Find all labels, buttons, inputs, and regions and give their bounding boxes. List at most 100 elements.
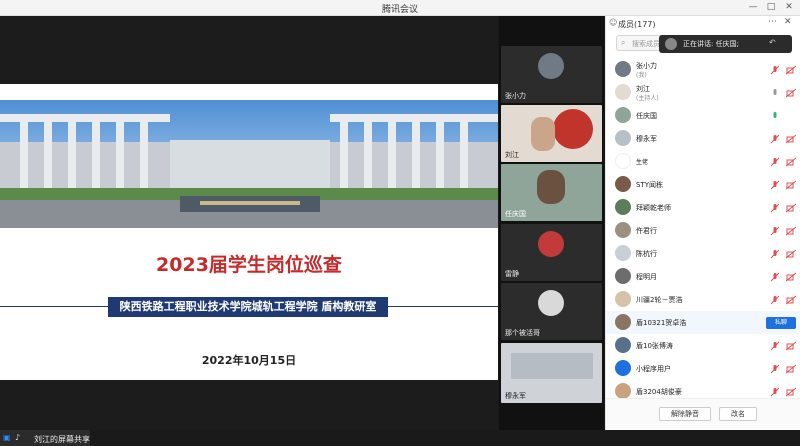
close-icon[interactable]: ✕ <box>782 1 796 14</box>
member-name: 任庆国 <box>636 112 657 120</box>
members-header: ☺ 成员(177) ⋯ ✕ <box>606 16 800 32</box>
share-icon: ▣ <box>3 433 11 442</box>
mic-icon: ♪ <box>15 433 21 442</box>
campus-photo <box>0 100 498 228</box>
avatar <box>615 107 631 123</box>
mic-active-icon[interactable] <box>770 111 780 121</box>
camera-off-icon[interactable] <box>786 341 796 351</box>
camera-off-icon[interactable] <box>786 157 796 167</box>
avatar <box>615 291 631 307</box>
mic-muted-icon[interactable] <box>770 364 780 374</box>
avatar <box>615 245 631 261</box>
avatar <box>615 314 631 330</box>
list-item[interactable]: 穆永军 <box>606 127 800 150</box>
avatar <box>615 61 631 77</box>
list-item[interactable]: 盾10321贺卓浩 私聊 <box>606 311 800 334</box>
video-tile[interactable]: 刘江 <box>501 105 602 162</box>
video-tile[interactable]: 雷静 <box>501 224 602 281</box>
camera-off-icon[interactable] <box>786 134 796 144</box>
member-name: 小程序用户 <box>636 365 671 373</box>
mic-muted-icon[interactable] <box>770 226 780 236</box>
mic-muted-icon[interactable] <box>770 65 780 75</box>
maximize-icon[interactable]: □ <box>764 1 778 14</box>
list-item[interactable]: 仵君行 <box>606 219 800 242</box>
member-name: STY闻栋 <box>636 181 663 189</box>
mic-muted-icon[interactable] <box>770 203 780 213</box>
speaker-avatar <box>665 38 677 50</box>
member-name: 程明月 <box>636 273 657 281</box>
list-item[interactable]: 拜颖乾老师 <box>606 196 800 219</box>
mic-muted-icon[interactable] <box>770 387 780 397</box>
window-title: 腾讯会议 <box>381 5 418 15</box>
video-tile-name: 刘江 <box>505 151 519 159</box>
member-name: 盾3204胡俊豪 <box>636 388 682 396</box>
mic-icon[interactable] <box>770 88 780 98</box>
member-name: 陈杭行 <box>636 250 657 258</box>
camera-off-icon[interactable] <box>786 387 796 397</box>
mic-muted-icon[interactable] <box>770 180 780 190</box>
camera-off-icon[interactable] <box>786 88 796 98</box>
member-name: 穆永军 <box>636 135 657 143</box>
camera-off-icon[interactable] <box>786 364 796 374</box>
member-name: 仵君行 <box>636 227 657 235</box>
video-tile[interactable]: 那个被活哥 <box>501 283 602 340</box>
mic-muted-icon[interactable] <box>770 272 780 282</box>
video-tile-name: 那个被活哥 <box>505 329 540 337</box>
camera-off-icon[interactable] <box>786 180 796 190</box>
list-item[interactable]: 盾10张博涛 <box>606 334 800 357</box>
video-tile-name: 穆永军 <box>505 392 526 400</box>
avatar <box>615 84 631 100</box>
speaking-label: 正在讲话: 任庆国; <box>683 40 739 48</box>
members-count-title: 成员(177) <box>618 20 656 29</box>
camera-off-icon[interactable] <box>786 249 796 259</box>
window-titlebar: 腾讯会议 — □ ✕ <box>0 0 800 16</box>
private-chat-button[interactable]: 私聊 <box>766 317 796 329</box>
list-item[interactable]: 陈杭行 <box>606 242 800 265</box>
mic-muted-icon[interactable] <box>770 341 780 351</box>
video-tile-name: 任庆国 <box>505 210 526 218</box>
unmute-all-button[interactable]: 解除静音 <box>659 407 711 421</box>
list-item[interactable]: 程明月 <box>606 265 800 288</box>
camera-off-icon[interactable] <box>786 65 796 75</box>
list-item[interactable]: 小程序用户 <box>606 357 800 380</box>
minimize-icon[interactable]: — <box>746 1 760 14</box>
slide-subtitle-banner: 陕西铁路工程职业技术学院城轨工程学院 盾构教研室 <box>108 297 388 317</box>
avatar <box>615 222 631 238</box>
camera-off-icon[interactable] <box>786 203 796 213</box>
video-tile-name: 雷静 <box>505 270 519 278</box>
list-item[interactable]: 生佬 <box>606 150 800 173</box>
rename-button[interactable]: 改名 <box>719 407 757 421</box>
members-list: 张小力 (我) 刘江 (主持人) 任庆国 穆永军 生佬 STY闻栋 拜颖乾老师 … <box>606 58 800 403</box>
list-item[interactable]: 川疆2轮－贾浩 <box>606 288 800 311</box>
presentation-slide: 2023届学生岗位巡查 陕西铁路工程职业技术学院城轨工程学院 盾构教研室 202… <box>0 84 498 380</box>
video-feed-bouquet <box>553 109 593 149</box>
list-item[interactable]: 刘江 (主持人) <box>606 81 800 104</box>
member-name: 生佬 <box>636 159 649 166</box>
mic-muted-icon[interactable] <box>770 134 780 144</box>
mic-muted-icon[interactable] <box>770 295 780 305</box>
members-panel: ☺ 成员(177) ⋯ ✕ ⌕ 搜索成员 正在讲话: 任庆国; ↶ 张小力 (我… <box>605 16 800 430</box>
video-gallery: 张小力 刘江 任庆国 雷静 那个被活哥 穆永军 <box>499 16 604 430</box>
camera-off-icon[interactable] <box>786 295 796 305</box>
member-role: (主持人) <box>636 95 659 102</box>
member-name: 拜颖乾老师 <box>636 204 671 212</box>
video-feed-room <box>511 353 593 379</box>
camera-off-icon[interactable] <box>786 272 796 282</box>
list-item[interactable]: STY闻栋 <box>606 173 800 196</box>
video-tile[interactable]: 张小力 <box>501 46 602 103</box>
camera-off-icon[interactable] <box>786 226 796 236</box>
list-item[interactable]: 任庆国 <box>606 104 800 127</box>
video-tile[interactable]: 穆永军 <box>501 343 602 403</box>
member-role: (我) <box>636 72 647 79</box>
mic-muted-icon[interactable] <box>770 157 780 167</box>
avatar <box>615 153 631 169</box>
screen-share-indicator[interactable]: ▣ ♪ 刘江的屏幕共享 <box>0 430 90 446</box>
video-tile[interactable]: 任庆国 <box>501 164 602 221</box>
list-item[interactable]: 张小力 (我) <box>606 58 800 81</box>
more-icon[interactable]: ⋯ <box>768 17 777 27</box>
avatar <box>615 383 631 399</box>
avatar <box>538 53 564 79</box>
close-panel-icon[interactable]: ✕ <box>784 17 792 27</box>
expand-icon[interactable]: ↶ <box>769 38 776 47</box>
mic-muted-icon[interactable] <box>770 249 780 259</box>
